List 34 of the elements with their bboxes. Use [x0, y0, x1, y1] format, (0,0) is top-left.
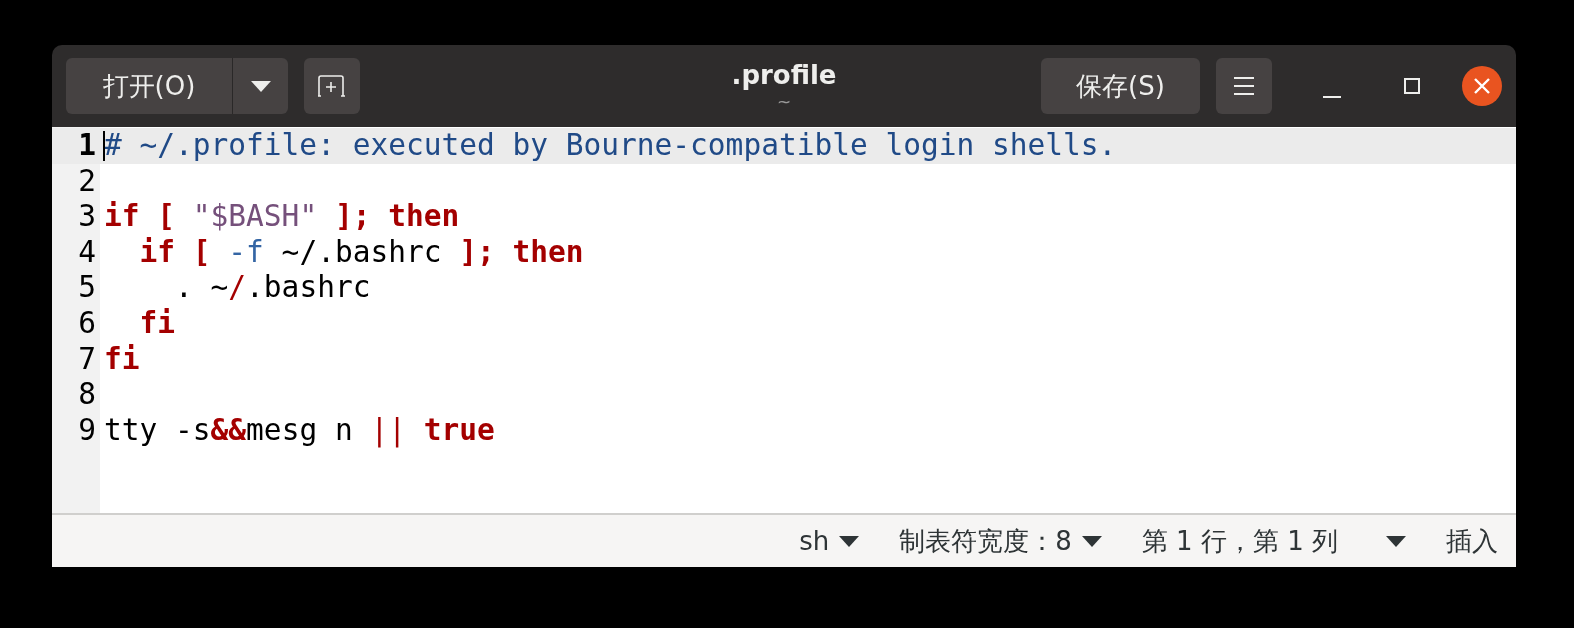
code-line: tty -s&&mesg n || true — [103, 412, 496, 449]
line-number: 2 — [77, 163, 97, 200]
code-line: . ~/.bashrc — [174, 270, 372, 306]
save-button[interactable]: 保存(S) — [1041, 58, 1200, 114]
new-tab-icon — [317, 74, 347, 98]
line-number: 6 — [77, 305, 97, 342]
code-line: fi — [103, 341, 141, 378]
status-item[interactable]: 第 1 行，第 1 列 — [1141, 523, 1406, 559]
line-number: 8 — [77, 377, 97, 413]
menu-button[interactable] — [1216, 58, 1272, 114]
caret-icon — [250, 80, 271, 92]
status-item[interactable]: 制表符宽度：8 — [899, 523, 1102, 559]
code-line: fi — [138, 305, 177, 342]
menu-icon — [1234, 77, 1254, 95]
window-subtitle: ~ — [776, 92, 792, 112]
line-number: 4 — [77, 234, 97, 271]
status-item[interactable]: sh — [799, 526, 860, 556]
minimize-icon — [1323, 96, 1341, 98]
line-number: 1 — [52, 128, 100, 164]
new-tab-button[interactable] — [304, 58, 360, 114]
maximize-icon — [1404, 78, 1420, 94]
close-icon — [1474, 78, 1490, 94]
close-button[interactable] — [1462, 66, 1502, 106]
line-number: 7 — [77, 341, 97, 378]
open-button[interactable]: 打开(O) — [66, 58, 232, 114]
open-menu-button[interactable] — [232, 58, 288, 114]
window-title: .profile — [731, 60, 837, 90]
code-line: if [ "$BASH" ]; then — [103, 199, 461, 235]
line-number: 5 — [77, 270, 97, 306]
line-number: 9 — [77, 412, 97, 449]
text-cursor — [103, 131, 105, 161]
status-item[interactable]: 插入 — [1446, 523, 1498, 559]
line-number: 3 — [77, 199, 97, 235]
code-line: if [ -f ~/.bashrc ]; then — [138, 234, 585, 271]
